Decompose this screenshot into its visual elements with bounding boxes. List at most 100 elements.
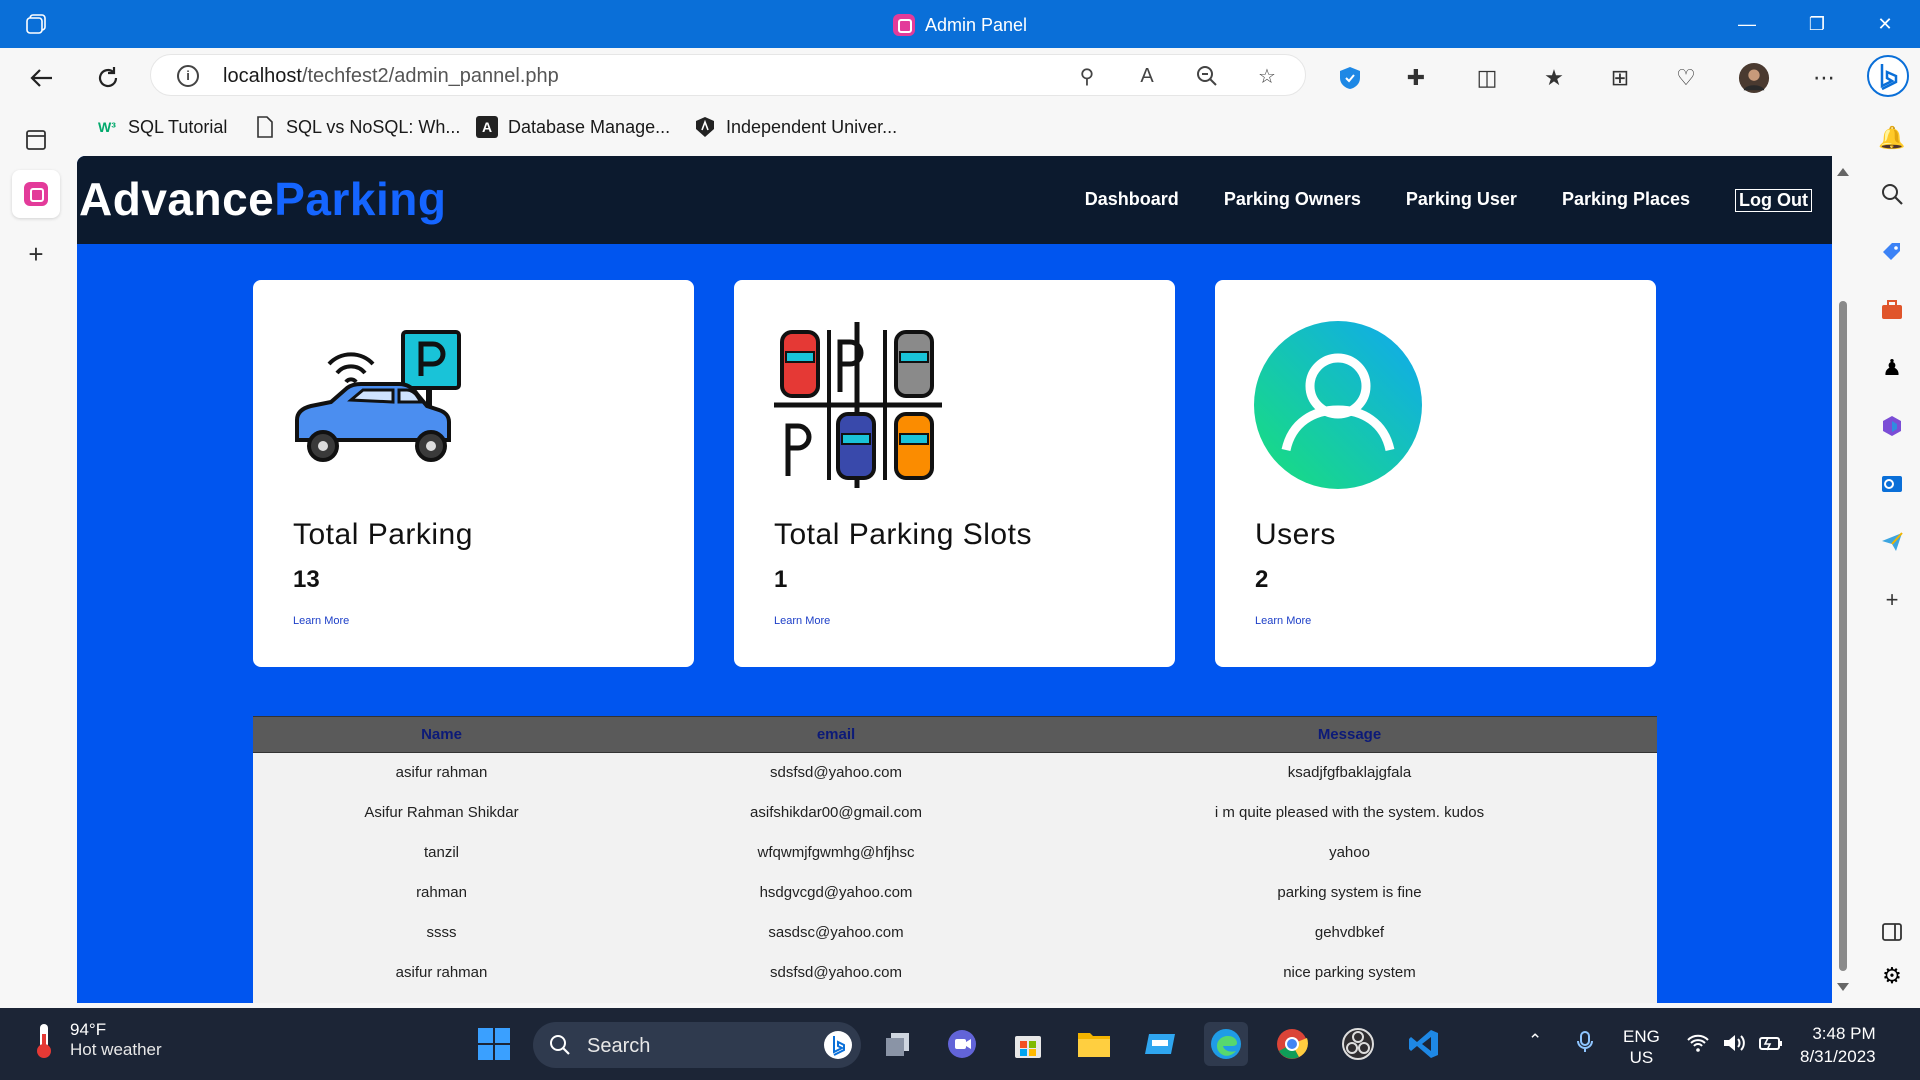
sidebar-settings-gear-icon[interactable]: ⚙	[1876, 960, 1908, 992]
teams-chat-button[interactable]	[940, 1022, 984, 1066]
search-icon	[550, 1035, 570, 1055]
window-app-icon	[1145, 1034, 1175, 1054]
favorites-icon[interactable]: ★	[1538, 62, 1570, 94]
refresh-button[interactable]	[88, 58, 128, 98]
battery-icon[interactable]	[1758, 1034, 1784, 1057]
tools-briefcase-icon[interactable]	[1876, 294, 1908, 326]
scrollbar-thumb[interactable]	[1839, 301, 1847, 971]
cell-email: sdsfsd@yahoo.com	[770, 764, 902, 782]
favorite-link[interactable]: A Database Manage...	[476, 116, 670, 138]
favorite-label: SQL vs NoSQL: Wh...	[286, 116, 461, 137]
learn-more-link[interactable]: Learn More	[1255, 615, 1311, 627]
card-value: 13	[293, 566, 320, 593]
cell-message: ksadjfgfbaklajgfala	[1287, 764, 1412, 782]
shield-extension-icon[interactable]	[1334, 62, 1366, 94]
file-explorer-button[interactable]	[1072, 1022, 1116, 1066]
scroll-up-arrow-icon[interactable]	[1837, 168, 1849, 176]
shopping-tag-icon[interactable]	[1876, 236, 1908, 268]
minimize-button[interactable]: —	[1727, 8, 1767, 40]
close-window-button[interactable]: ✕	[1865, 8, 1905, 40]
favorite-label: SQL Tutorial	[128, 116, 228, 137]
tab-panel-icon	[26, 130, 46, 150]
site-info-icon[interactable]: i	[177, 65, 199, 87]
cell-message: yahoo	[1329, 844, 1370, 861]
cell-email: hsdgvcgd@yahoo.com	[759, 884, 913, 901]
page-scrollbar[interactable]	[1832, 156, 1854, 1003]
active-tab-admin-panel[interactable]	[12, 170, 60, 218]
nav-parking-owners-link[interactable]: Parking Owners	[1224, 189, 1361, 212]
favorite-link[interactable]: Independent Univer...	[694, 116, 897, 138]
cell-name: asifur rahman	[395, 764, 488, 782]
favorites-bar: W³ SQL Tutorial SQL vs NoSQL: Wh... A Data…	[0, 106, 1920, 150]
back-button[interactable]	[22, 58, 62, 98]
zoom-icon[interactable]	[1195, 64, 1219, 88]
chrome-taskbar-button[interactable]	[1270, 1022, 1314, 1066]
table-header-row: Name email Message	[253, 716, 1657, 753]
vscode-taskbar-button[interactable]	[1402, 1022, 1446, 1066]
task-view-button[interactable]	[876, 1022, 920, 1066]
browser-essentials-icon[interactable]: ♡	[1670, 62, 1702, 94]
key-icon[interactable]: ⚲	[1075, 64, 1099, 88]
wifi-icon[interactable]	[1686, 1034, 1710, 1057]
card-title: Total Parking	[293, 518, 473, 551]
favorite-link[interactable]: SQL vs NoSQL: Wh...	[254, 116, 460, 138]
profile-avatar[interactable]	[1738, 62, 1770, 94]
more-options-icon[interactable]: ⋯	[1808, 62, 1840, 94]
site-logo[interactable]: AdvanceParking	[79, 172, 446, 226]
add-sidebar-app-icon[interactable]: +	[1876, 584, 1908, 616]
nav-dashboard-link[interactable]: Dashboard	[1085, 189, 1179, 212]
messages-table: Name email Message asifur rahman sdsfsd@…	[253, 716, 1657, 993]
nav-logout-button[interactable]: Log Out	[1735, 189, 1812, 212]
split-screen-icon[interactable]: ◫	[1471, 62, 1503, 94]
nav-parking-places-link[interactable]: Parking Places	[1562, 189, 1690, 212]
university-icon	[694, 116, 716, 138]
header-email: email	[630, 716, 1042, 753]
favorite-link[interactable]: W³ SQL Tutorial	[96, 116, 227, 138]
collections-icon[interactable]: ⊞	[1604, 62, 1636, 94]
hide-sidebar-icon[interactable]	[1876, 916, 1908, 948]
table-row: rahman hsdgvcgd@yahoo.com parking system…	[253, 873, 1657, 913]
messages-table-container: Name email Message asifur rahman sdsfsd@…	[253, 716, 1657, 1003]
start-button[interactable]	[472, 1022, 516, 1066]
edge-taskbar-button[interactable]	[1204, 1022, 1248, 1066]
weather-condition: Hot weather	[70, 1040, 162, 1059]
cell-message: parking system is fine	[1277, 884, 1422, 901]
games-chess-icon[interactable]: ♟	[1876, 352, 1908, 384]
app-button[interactable]	[1138, 1022, 1182, 1066]
window-title-text: Admin Panel	[924, 15, 1028, 35]
back-arrow-icon	[30, 69, 52, 87]
learn-more-link[interactable]: Learn More	[293, 615, 349, 627]
read-aloud-icon[interactable]: A	[1135, 64, 1159, 88]
microphone-icon[interactable]	[1576, 1030, 1594, 1059]
taskbar-search-box[interactable]: Search	[533, 1022, 861, 1068]
url-text[interactable]: localhost/techfest2/admin_pannel.php	[223, 65, 559, 88]
language-indicator[interactable]: ENG US	[1623, 1026, 1660, 1068]
bing-copilot-icon[interactable]	[1866, 54, 1910, 98]
scroll-down-arrow-icon[interactable]	[1837, 983, 1849, 991]
teams-chat-icon	[948, 1030, 976, 1058]
weather-widget[interactable]: 94°F Hot weather	[30, 1020, 162, 1060]
plus-icon: +	[28, 238, 44, 269]
show-hidden-icons-chevron-icon[interactable]: ⌃	[1528, 1030, 1542, 1051]
restore-button[interactable]: ❐	[1797, 8, 1837, 40]
address-bar[interactable]: i localhost/techfest2/admin_pannel.php ⚲…	[150, 54, 1306, 96]
extensions-icon[interactable]: ✚	[1400, 62, 1432, 94]
wamp-favicon-icon	[24, 182, 48, 206]
new-tab-button[interactable]: +	[12, 230, 60, 278]
notifications-bell-icon[interactable]: 🔔	[1876, 122, 1908, 154]
windows-taskbar: 94°F Hot weather Search ⌃ ENG US 3:48 PM…	[0, 1008, 1920, 1080]
taskbar-clock[interactable]: 3:48 PM 8/31/2023	[1800, 1022, 1876, 1068]
microsoft-store-button[interactable]	[1006, 1022, 1050, 1066]
obs-taskbar-button[interactable]	[1336, 1022, 1380, 1066]
folder-icon	[1078, 1033, 1110, 1057]
microsoft-365-icon[interactable]	[1876, 410, 1908, 442]
favorite-star-icon[interactable]: ☆	[1255, 64, 1279, 88]
learn-more-link[interactable]: Learn More	[774, 615, 830, 627]
outlook-icon[interactable]	[1876, 468, 1908, 500]
volume-icon[interactable]	[1722, 1033, 1748, 1058]
telegram-send-icon[interactable]	[1876, 526, 1908, 558]
weather-temperature: 94°F	[70, 1020, 107, 1039]
tab-actions-button[interactable]	[12, 116, 60, 164]
search-icon[interactable]	[1876, 178, 1908, 210]
nav-parking-user-link[interactable]: Parking User	[1406, 189, 1517, 212]
